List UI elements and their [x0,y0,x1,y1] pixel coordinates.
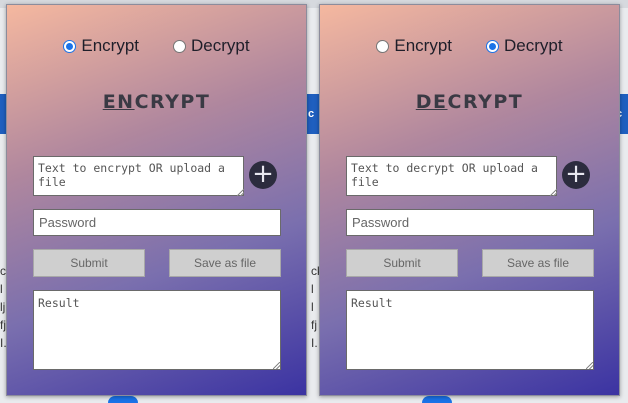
submit-button[interactable]: Submit [346,249,458,277]
save-as-file-button[interactable]: Save as file [482,249,594,277]
text-input-area[interactable]: Text to encrypt OR upload a file [33,156,244,196]
title-prefix: DE [415,91,448,113]
plus-icon: + [565,159,587,189]
result-area[interactable]: Result [346,290,594,370]
decrypt-popup: Encrypt Decrypt DECRYPT Text to decrypt … [319,4,620,396]
password-field[interactable]: Password [346,209,594,236]
background-nav-fragment: c [308,108,315,120]
mode-decrypt-option[interactable]: Decrypt [486,36,563,56]
result-area[interactable]: Result [33,290,281,370]
title-prefix: EN [102,91,135,113]
encrypt-radio-label: Encrypt [81,36,140,55]
background-toggle [422,396,452,403]
encrypt-radio-label: Encrypt [394,36,453,55]
background-nav-bar: c [306,94,320,134]
save-as-file-button[interactable]: Save as file [169,249,281,277]
submit-button[interactable]: Submit [33,249,145,277]
resize-handle-icon[interactable] [273,362,280,369]
background-toggle [108,396,138,403]
mode-encrypt-option[interactable]: Encrypt [63,36,139,56]
decrypt-radio-label: Decrypt [191,36,250,55]
decrypt-radio-label: Decrypt [504,36,563,55]
password-field[interactable]: Password [33,209,281,236]
encrypt-popup: Encrypt Decrypt ENCRYPT Text to encrypt … [6,4,307,396]
upload-file-button[interactable]: + [562,161,590,189]
upload-file-button[interactable]: + [249,161,277,189]
title-rest: CRYPT [134,91,211,113]
encrypt-radio[interactable] [63,39,77,53]
mode-selector: Encrypt Decrypt [320,36,619,56]
text-input-area[interactable]: Text to decrypt OR upload a file [346,156,557,196]
mode-encrypt-option[interactable]: Encrypt [376,36,452,56]
plus-icon: + [252,159,274,189]
mode-selector: Encrypt Decrypt [7,36,306,56]
page-title: DECRYPT [320,91,619,113]
decrypt-radio[interactable] [486,39,500,53]
resize-handle-icon[interactable] [586,362,593,369]
resize-handle-icon[interactable] [550,189,557,196]
page-title: ENCRYPT [7,91,306,113]
resize-handle-icon[interactable] [237,189,244,196]
title-rest: CRYPT [447,91,524,113]
mode-decrypt-option[interactable]: Decrypt [173,36,250,56]
decrypt-radio[interactable] [173,39,187,53]
encrypt-radio[interactable] [376,39,390,53]
